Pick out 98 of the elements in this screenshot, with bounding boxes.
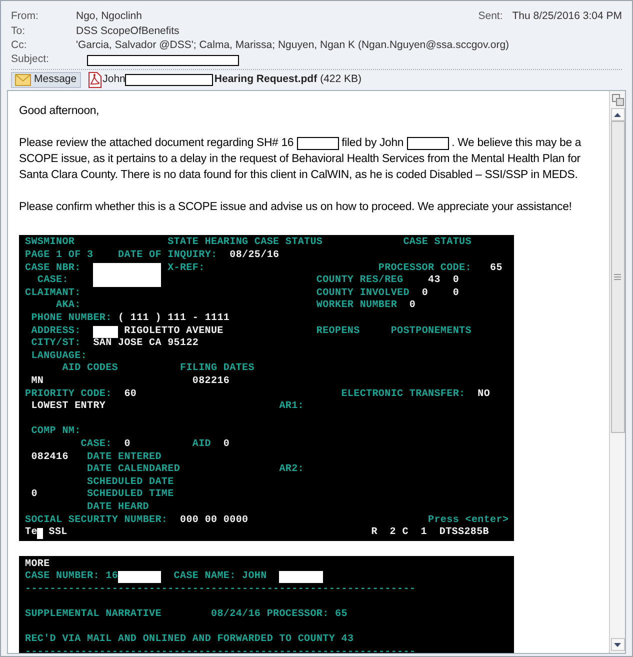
terminal-text: PHONE NUMBER: bbox=[31, 312, 112, 326]
message-paragraph: Please confirm whether this is a SCOPE issue and advise us on how to proceed. We appreciate your assistance! bbox=[19, 200, 573, 216]
terminal-text: FILING DATES bbox=[180, 362, 254, 376]
message-paragraph: Please review the attached document regarding SH# 16 filed by John . We believe this may be a SCOPE issue, as it pertains to a delay in the request of Behavioral Health Services from the Mental Health Plan for Santa Clara County. There is no data found for this client in CalWIN, as he is coded Disabled – SSI/SSP in MEDS. bbox=[19, 136, 582, 184]
terminal-text: DATE OF INQUIRY: bbox=[118, 249, 218, 263]
redaction-block bbox=[296, 136, 339, 150]
field-value: Ngo, Ngoclinh bbox=[76, 9, 142, 24]
terminal-text: 000 00 0000 bbox=[180, 514, 248, 528]
attachment-tab[interactable]: John Hearing Request.pdf (422 KB) bbox=[84, 72, 365, 88]
terminal-text: RIGOLETTO AVENUE bbox=[124, 324, 224, 338]
terminal-text: WORKER NUMBER bbox=[316, 299, 398, 314]
terminal-text: DATE HEARD bbox=[87, 500, 150, 515]
terminal-text: REOPENS bbox=[316, 324, 360, 339]
terminal-text: 0 bbox=[124, 438, 130, 452]
field-value: DSS ScopeOfBenefits bbox=[76, 24, 180, 39]
terminal-text: --------------------------------------------------------------- bbox=[25, 582, 416, 597]
pdf-file-icon bbox=[88, 72, 102, 88]
terminal-text: COMP NM: bbox=[31, 425, 81, 440]
terminal-text: DATE ENTERED bbox=[87, 450, 162, 464]
grip-icon bbox=[614, 274, 621, 280]
terminal-text: SCHEDULED DATE bbox=[87, 476, 174, 489]
envelope-icon bbox=[15, 74, 31, 86]
terminal-text: SSL bbox=[48, 526, 68, 540]
terminal-text: 43 bbox=[428, 274, 440, 288]
terminal-text: CITY/ST: bbox=[31, 336, 81, 351]
terminal-text: 65 bbox=[490, 262, 502, 276]
terminal-text: CASE NAME: JOHN bbox=[174, 570, 267, 584]
terminal-text: 0 bbox=[452, 286, 460, 301]
text-cursor bbox=[37, 528, 43, 539]
terminal-text: PROCESSOR CODE: bbox=[378, 262, 472, 274]
terminal-text: SWSMINOR bbox=[25, 236, 75, 250]
terminal-text: POSTPONEMENTS bbox=[390, 324, 472, 339]
terminal-text: 0 bbox=[31, 488, 38, 502]
scroll-thumb[interactable] bbox=[610, 121, 624, 434]
redaction-block bbox=[93, 326, 118, 338]
field-value: Thu 8/25/2016 3:04 PM bbox=[512, 9, 622, 24]
terminal-text: CASE STATUS bbox=[403, 236, 472, 250]
terminal-text: 0 bbox=[422, 286, 428, 301]
terminal-text: R 2 C 1 DTSS285B bbox=[371, 526, 490, 540]
terminal-text: Te bbox=[25, 526, 38, 540]
terminal-text: AID bbox=[192, 438, 212, 452]
terminal-text: AR2: bbox=[279, 463, 304, 478]
terminal-text: 082216 bbox=[192, 375, 230, 390]
terminal-text: PAGE 1 OF 3 bbox=[25, 249, 94, 263]
terminal-text: MORE bbox=[25, 558, 50, 571]
field-label: Subject: bbox=[11, 52, 50, 68]
terminal-text: 08/24/16 PROCESSOR: 65 bbox=[211, 608, 348, 622]
terminal-text: MN bbox=[31, 375, 44, 389]
terminal-text: 08/25/16 bbox=[230, 248, 280, 264]
terminal-text: SCHEDULED TIME bbox=[86, 488, 174, 502]
redaction-block bbox=[93, 275, 162, 288]
down-triangle-icon bbox=[614, 642, 621, 646]
terminal-text: AKA: bbox=[56, 299, 81, 313]
terminal-text: 0 bbox=[223, 438, 230, 452]
terminal-text: 082416 bbox=[31, 450, 68, 465]
terminal-text: ELECTRONIC TRANSFER: bbox=[341, 388, 466, 402]
terminal-text: CASE: bbox=[80, 438, 112, 452]
up-triangle-icon bbox=[614, 112, 621, 117]
terminal-text: CASE NUMBER: 16 bbox=[25, 570, 118, 584]
field-label: Cc: bbox=[11, 38, 28, 53]
terminal-text: 60 bbox=[124, 388, 137, 402]
message-tab[interactable]: Message bbox=[11, 72, 81, 88]
scroll-down-button[interactable] bbox=[610, 638, 624, 651]
terminal-text: DATE CALENDARED bbox=[87, 463, 180, 477]
terminal-text: AR1: bbox=[279, 400, 304, 414]
terminal-text: ADDRESS: bbox=[31, 324, 81, 338]
redaction-block bbox=[118, 571, 162, 584]
field-value: 'Garcia, Salvador @DSS'; Calma, Marissa; Nguyen, Ngan K (Ngan.Nguyen@ssa.sccgov.org) bbox=[76, 38, 510, 53]
terminal-text: SUPPLEMENTAL NARRATIVE bbox=[25, 608, 162, 622]
terminal-text: CASE: bbox=[37, 274, 68, 288]
terminal-text: LANGUAGE: bbox=[31, 350, 87, 363]
terminal-text: 0 bbox=[452, 274, 460, 288]
terminal-text: COUNTY INVOLVED bbox=[316, 286, 410, 300]
greeting-text: Good afternoon, bbox=[19, 104, 100, 120]
redaction-block bbox=[406, 136, 449, 150]
field-label: From: bbox=[11, 9, 40, 24]
terminal-text: PRIORITY CODE: bbox=[25, 388, 112, 401]
terminal-text: SOCIAL SECURITY NUMBER: bbox=[25, 514, 168, 527]
vertical-scrollbar[interactable] bbox=[609, 91, 625, 653]
terminal-text: AID CODES bbox=[62, 362, 118, 376]
terminal-text: --------------------------------------------------------------- bbox=[25, 646, 416, 653]
terminal-text: 0 bbox=[409, 299, 416, 314]
terminal-text: SAN JOSE CA 95122 bbox=[93, 337, 199, 352]
terminal-text: REC'D VIA MAIL AND ONLINED AND FORWARDED TO COUNTY 43 bbox=[25, 632, 354, 648]
terminal-text: LOWEST ENTRY bbox=[31, 400, 106, 414]
redaction-block bbox=[93, 262, 162, 275]
scroll-up-button[interactable] bbox=[610, 108, 624, 122]
redaction-block bbox=[279, 571, 323, 584]
terminal-text: STATE HEARING CASE STATUS bbox=[168, 236, 323, 250]
terminal-text: NO bbox=[478, 388, 490, 402]
terminal-text: ( 111 ) 111 - 1111 bbox=[118, 312, 230, 326]
terminal-text: CASE NBR: bbox=[25, 262, 81, 275]
terminal-text: COUNTY RES/REG bbox=[316, 274, 404, 288]
terminal-text: CLAIMANT: bbox=[25, 286, 81, 300]
terminal-text: Press <enter> bbox=[428, 514, 509, 527]
terminal-text: X-REF: bbox=[168, 262, 205, 276]
field-label: To: bbox=[11, 24, 26, 39]
field-label: Sent: bbox=[478, 9, 504, 24]
